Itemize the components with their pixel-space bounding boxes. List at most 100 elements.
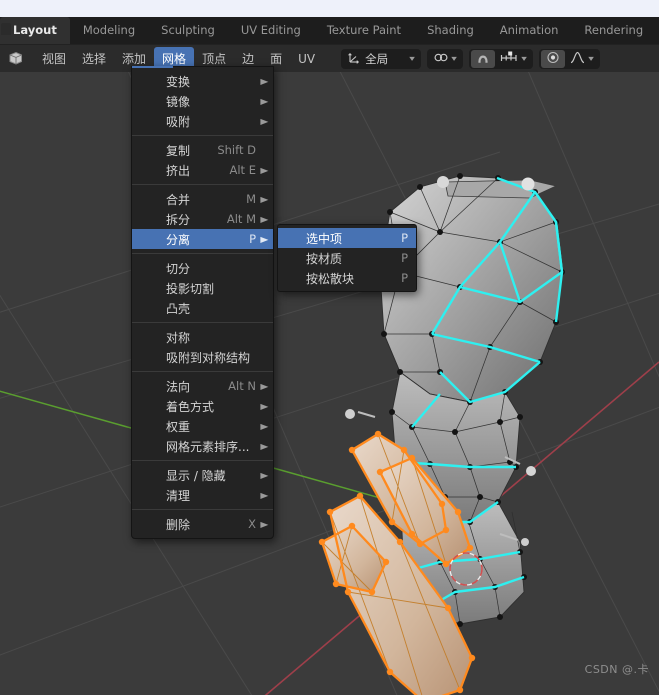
menu-item-show-hide[interactable]: 显示 / 隐藏 ▶	[132, 465, 273, 485]
workspace-tab-animation[interactable]: Animation	[487, 17, 572, 44]
menu-item-snap-to-symmetry[interactable]: 吸附到对称结构	[132, 347, 273, 367]
submenu-arrow-icon: ▶	[260, 214, 269, 224]
falloff-group[interactable]: ▾	[539, 48, 601, 69]
menu-item-label: 对称	[166, 330, 191, 345]
workspace-tab-label: Texture Paint	[326, 23, 402, 37]
menu-label: UV	[298, 51, 316, 66]
workspace-tab-label: Rendering	[584, 23, 644, 37]
menu-item-symmetrize[interactable]: 对称	[132, 327, 273, 347]
submenu-item-shortcut: P	[401, 231, 408, 245]
menu-label: 顶点	[202, 52, 227, 66]
chevron-down-icon: ▾	[521, 54, 527, 63]
menu-view[interactable]: 视图	[34, 47, 74, 70]
menu-item-label: 吸附到对称结构	[166, 350, 251, 365]
menu-item-label: 镜像	[166, 94, 191, 109]
menu-item-separate[interactable]: 分离 P ▶	[132, 229, 273, 249]
workspace-tab-modeling[interactable]: Modeling	[70, 17, 148, 44]
transform-orientation-value: 全局	[365, 51, 389, 66]
menu-item-extrude[interactable]: 挤出 Alt E ▶	[132, 160, 273, 180]
menu-item-split[interactable]: 拆分 Alt M ▶	[132, 209, 273, 229]
chevron-down-icon: ▾	[451, 54, 457, 63]
menu-item-label: 吸附	[166, 114, 191, 129]
separate-submenu[interactable]: 选中项 P 按材质 P 按松散块 P	[277, 224, 417, 292]
workspace-tab-rendering[interactable]: Rendering	[571, 17, 656, 44]
workspace-tab-uv-editing[interactable]: UV Editing	[228, 17, 314, 44]
menu-separator	[132, 460, 273, 461]
menu-separator	[132, 184, 273, 185]
workspace-tab-texture-paint[interactable]: Texture Paint	[314, 17, 414, 44]
menu-item-duplicate[interactable]: 复制 Shift D	[132, 140, 273, 160]
submenu-arrow-icon: ▶	[260, 421, 269, 431]
falloff-type-dropdown[interactable]: ▾	[565, 50, 598, 68]
submenu-arrow-icon: ▶	[260, 96, 269, 106]
viewport-3d[interactable]: CSDN @.卡	[0, 72, 659, 695]
submenu-arrow-icon: ▶	[260, 381, 269, 391]
menu-uv[interactable]: UV	[290, 49, 323, 69]
menu-item-weights[interactable]: 权重 ▶	[132, 416, 273, 436]
submenu-arrow-icon: ▶	[260, 470, 269, 480]
proportional-edit-group[interactable]: ▾	[469, 48, 534, 69]
menu-item-normals[interactable]: 法向 Alt N ▶	[132, 376, 273, 396]
menu-item-label: 分离	[166, 232, 191, 247]
menu-item-delete[interactable]: 删除 X ▶	[132, 514, 273, 534]
submenu-arrow-icon: ▶	[260, 401, 269, 411]
menu-item-convex-hull[interactable]: 凸壳	[132, 298, 273, 318]
menu-item-sort-elements[interactable]: 网格元素排序... ▶	[132, 436, 273, 456]
chevron-down-icon: ▾	[409, 54, 415, 63]
snap-toggle[interactable]: ▾	[429, 50, 461, 68]
chevron-down-icon: ▾	[588, 54, 594, 63]
menu-item-label: 复制	[166, 143, 191, 158]
submenu-item-selection[interactable]: 选中项 P	[278, 228, 416, 248]
workspace-tab-sculpting[interactable]: Sculpting	[148, 17, 228, 44]
falloff-curve-icon	[570, 51, 585, 67]
submenu-item-label: 按材质	[306, 251, 343, 266]
snap-group[interactable]: ▾	[427, 48, 464, 69]
menu-item-label: 网格元素排序...	[166, 439, 250, 454]
menu-item-label: 凸壳	[166, 301, 191, 316]
menu-item-shortcut: Alt M	[226, 212, 256, 226]
menu-item-snap[interactable]: 吸附 ▶	[132, 111, 273, 131]
mesh-dropdown-menu[interactable]: 变换 ▶ 镜像 ▶ 吸附 ▶ 复制 Shift D 挤出 Alt E ▶ 合并	[131, 66, 274, 539]
falloff-connected-toggle[interactable]	[541, 49, 566, 68]
falloff-dot-icon	[546, 51, 560, 67]
submenu-item-by-loose-parts[interactable]: 按松散块 P	[278, 268, 416, 288]
workspace-tab-label: UV Editing	[240, 23, 301, 37]
menu-item-knife-project[interactable]: 投影切割	[132, 278, 273, 298]
menu-active-indicator	[132, 66, 173, 68]
transform-orientation-group[interactable]: 全局 ▾	[341, 48, 422, 69]
proportional-edit-toggle[interactable]	[471, 49, 496, 68]
transform-orientation-dropdown[interactable]: 全局 ▾	[343, 50, 419, 68]
submenu-item-by-material[interactable]: 按材质 P	[278, 248, 416, 268]
menu-label: 添加	[122, 52, 147, 66]
snap-magnet-icon	[434, 51, 448, 67]
menu-label: 面	[270, 52, 283, 66]
workspace-tab-label: Modeling	[82, 23, 136, 37]
submenu-arrow-icon: ▶	[260, 116, 269, 126]
blender-window: Layout Modeling Sculpting UV Editing Tex…	[0, 0, 659, 695]
menu-label: 网格	[162, 52, 187, 66]
menu-item-shading[interactable]: 着色方式 ▶	[132, 396, 273, 416]
proportional-falloff-size[interactable]: ▾	[495, 50, 531, 68]
editor-type-icon[interactable]	[2, 47, 28, 70]
workspace-tab-label: Animation	[499, 23, 559, 37]
menu-label: 边	[242, 52, 255, 66]
watermark-text: CSDN @.卡	[584, 663, 649, 676]
menu-item-mirror[interactable]: 镜像 ▶	[132, 91, 273, 111]
menu-item-transform[interactable]: 变换 ▶	[132, 71, 273, 91]
menu-label: 选择	[82, 52, 107, 66]
menu-separator	[132, 135, 273, 136]
menu-item-label: 显示 / 隐藏	[166, 468, 226, 483]
menu-item-label: 权重	[166, 419, 191, 434]
page-top-strip	[0, 0, 659, 17]
menu-separator	[132, 509, 273, 510]
submenu-item-shortcut: P	[401, 271, 408, 285]
workspace-tab-shading[interactable]: Shading	[414, 17, 487, 44]
menu-select[interactable]: 选择	[74, 47, 114, 70]
viewport-canvas	[0, 72, 659, 695]
menu-item-merge[interactable]: 合并 M ▶	[132, 189, 273, 209]
menu-item-bisect[interactable]: 切分	[132, 258, 273, 278]
menu-item-label: 合并	[166, 192, 191, 207]
submenu-arrow-icon: ▶	[260, 76, 269, 86]
submenu-arrow-icon: ▶	[260, 519, 269, 529]
menu-item-clean-up[interactable]: 清理 ▶	[132, 485, 273, 505]
